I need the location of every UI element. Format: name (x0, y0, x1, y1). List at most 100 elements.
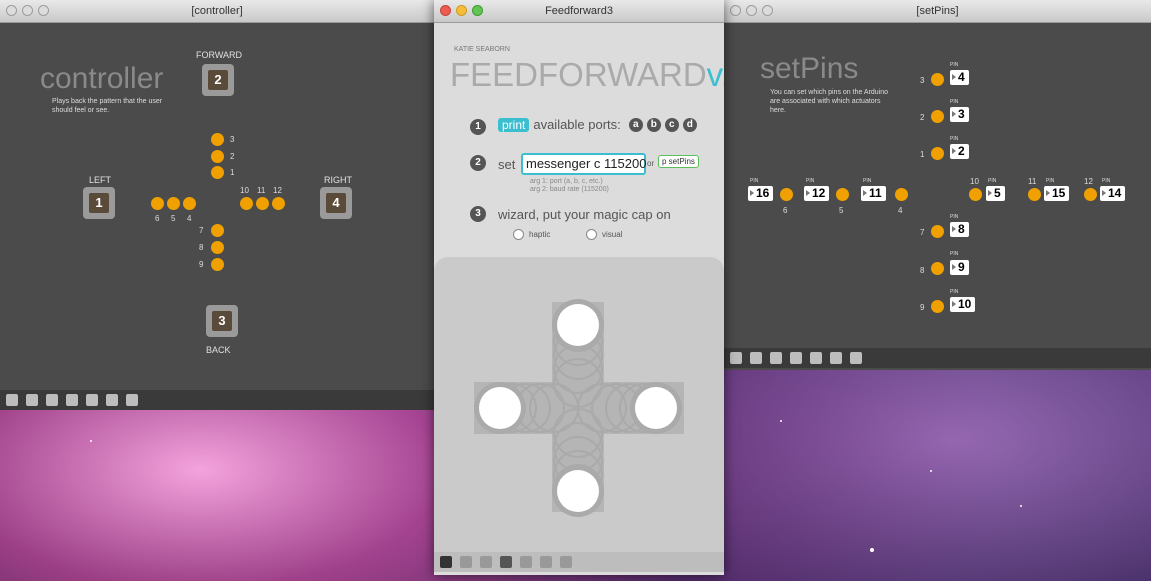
actuator-dot[interactable] (211, 133, 224, 146)
pin-label: 5 (171, 214, 176, 223)
presentation-icon[interactable] (790, 352, 802, 364)
presentation-icon[interactable] (66, 394, 78, 406)
pin-number-box[interactable]: 2 (950, 144, 969, 159)
info-icon[interactable] (86, 394, 98, 406)
up-pad[interactable] (557, 304, 599, 346)
actuator-dot (836, 188, 849, 201)
move-icon[interactable] (46, 394, 58, 406)
port-b-button[interactable]: b (646, 117, 661, 132)
info-icon[interactable] (810, 352, 822, 364)
titlebar[interactable]: Feedforward3 (434, 0, 724, 23)
lock-icon[interactable] (440, 556, 452, 568)
minimize-button[interactable] (746, 5, 757, 16)
step-1-row: print available ports: a b c d (498, 117, 697, 132)
port-a-button[interactable]: a (628, 117, 643, 132)
actuator-dot (931, 73, 944, 86)
lock-icon[interactable] (730, 352, 742, 364)
back-button[interactable]: 3 (206, 305, 238, 337)
close-button[interactable] (730, 5, 741, 16)
pin-number-box[interactable]: 15 (1044, 186, 1070, 201)
pin-caption: PIN (950, 214, 959, 220)
pin-number-box[interactable]: 5 (986, 186, 1005, 201)
port-c-button[interactable]: c (664, 117, 679, 132)
port-d-button[interactable]: d (682, 117, 697, 132)
window-title: [setPins] (916, 5, 959, 17)
titlebar[interactable]: [setPins] (724, 0, 1151, 23)
presentation-icon[interactable] (500, 556, 512, 568)
close-button[interactable] (6, 5, 17, 16)
visual-label: visual (602, 230, 623, 239)
grid-icon[interactable] (540, 556, 552, 568)
actuator-index: 9 (920, 303, 925, 312)
zoom-button[interactable] (762, 5, 773, 16)
zoom-button[interactable] (38, 5, 49, 16)
print-button[interactable]: print (498, 117, 530, 132)
actuator-dot[interactable] (167, 197, 180, 210)
minimize-button[interactable] (456, 5, 467, 16)
move-icon[interactable] (480, 556, 492, 568)
right-button[interactable]: 4 (320, 187, 352, 219)
pin-caption: PIN (863, 178, 872, 184)
window-controls[interactable] (730, 5, 773, 16)
add-icon[interactable] (26, 394, 38, 406)
pin-caption: PIN (950, 99, 959, 105)
pin-number-box[interactable]: 4 (950, 70, 969, 85)
window-controls[interactable] (6, 5, 49, 16)
move-icon[interactable] (770, 352, 782, 364)
down-pad[interactable] (557, 470, 599, 512)
logo-version: v.3 (706, 56, 724, 93)
controller-description: Plays back the pattern that the user sho… (52, 98, 163, 114)
pin-number-box[interactable]: 8 (950, 222, 969, 237)
visual-radio[interactable] (586, 229, 597, 240)
controller-heading: controller (40, 62, 164, 95)
actuator-dot[interactable] (256, 197, 269, 210)
grid-icon[interactable] (126, 394, 138, 406)
actuator-dot[interactable] (151, 197, 164, 210)
actuator-index: 1 (920, 150, 925, 159)
add-icon[interactable] (750, 352, 762, 364)
left-button[interactable]: 1 (83, 187, 115, 219)
step-3-text: wizard, put your magic cap on (498, 207, 671, 222)
actuator-dot[interactable] (240, 197, 253, 210)
pin-number-box[interactable]: 9 (950, 260, 969, 275)
zoom-button[interactable] (472, 5, 483, 16)
pin-caption: PIN (950, 289, 959, 295)
setpins-description: You can set which pins on the Arduino ar… (770, 89, 889, 114)
lock-icon[interactable] (6, 394, 18, 406)
left-pad[interactable] (479, 387, 521, 429)
grid-icon[interactable] (560, 556, 572, 568)
grid-icon[interactable] (106, 394, 118, 406)
close-button[interactable] (440, 5, 451, 16)
titlebar[interactable]: [controller] (0, 0, 434, 23)
actuator-dot[interactable] (272, 197, 285, 210)
actuator-index: 5 (839, 206, 844, 215)
grid-icon[interactable] (830, 352, 842, 364)
pin-number-box[interactable]: 16 (748, 186, 774, 201)
messenger-field[interactable]: messenger c 115200 (521, 153, 646, 175)
right-pad[interactable] (635, 387, 677, 429)
pin-label: 6 (155, 214, 160, 223)
pin-number-box[interactable]: 14 (1100, 186, 1126, 201)
add-icon[interactable] (460, 556, 472, 568)
grid-icon[interactable] (850, 352, 862, 364)
actuator-dot[interactable] (211, 224, 224, 237)
minimize-button[interactable] (22, 5, 33, 16)
pin-number-box[interactable]: 11 (861, 186, 886, 201)
actuator-dot[interactable] (183, 197, 196, 210)
actuator-dot[interactable] (211, 166, 224, 179)
setpins-button[interactable]: p setPins (658, 155, 699, 168)
feedforward-window: Feedforward3 KATIE SEABORN FEEDFORWARDv.… (434, 0, 724, 575)
pin-number-box[interactable]: 3 (950, 107, 969, 122)
actuator-dot[interactable] (211, 150, 224, 163)
pin-caption: PIN (950, 251, 959, 257)
pin-number-box[interactable]: 12 (804, 186, 830, 201)
window-controls[interactable] (440, 5, 483, 16)
actuator-dot[interactable] (211, 241, 224, 254)
haptic-radio[interactable] (513, 229, 524, 240)
step-1-badge: 1 (470, 119, 486, 135)
actuator-dot[interactable] (211, 258, 224, 271)
pin-number-box[interactable]: 10 (950, 297, 976, 312)
forward-button[interactable]: 2 (202, 64, 234, 96)
actuator-dot (931, 225, 944, 238)
info-icon[interactable] (520, 556, 532, 568)
